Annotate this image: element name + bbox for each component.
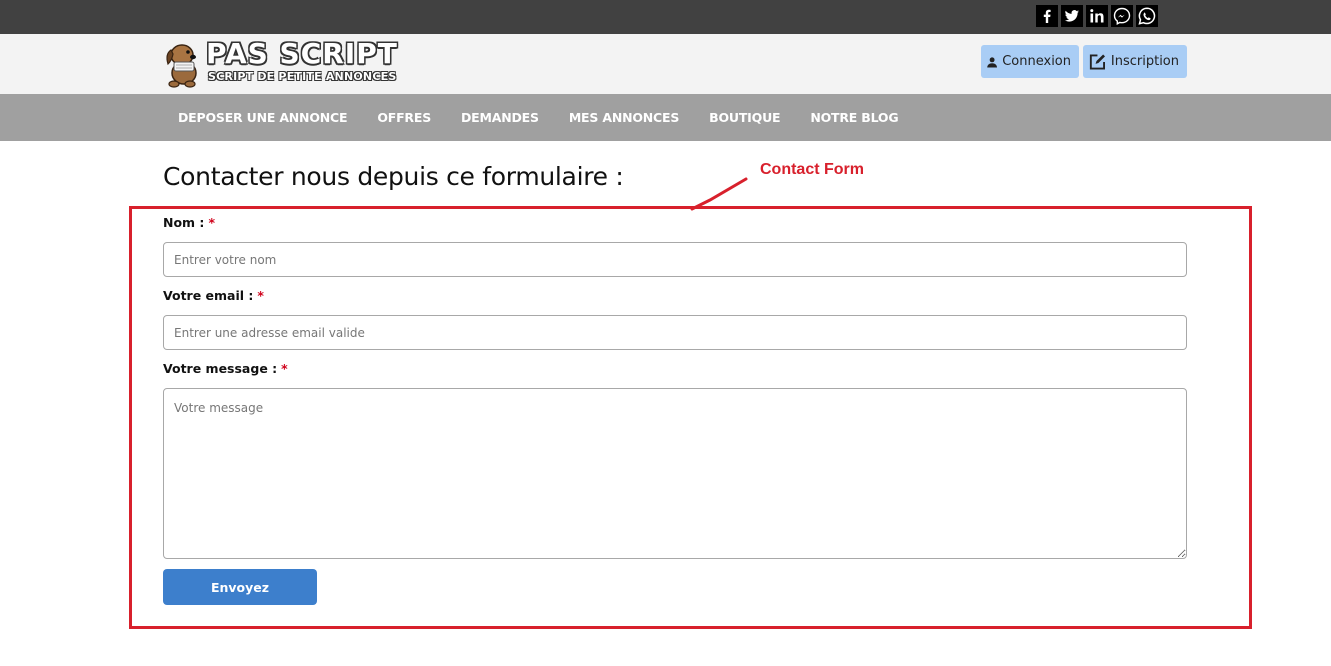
whatsapp-icon[interactable] — [1136, 5, 1158, 27]
required-mark: * — [208, 215, 215, 230]
messenger-icon[interactable] — [1111, 5, 1133, 27]
social-links — [1036, 5, 1158, 27]
top-bar — [0, 0, 1331, 34]
edit-icon — [1089, 53, 1106, 70]
facebook-icon[interactable] — [1036, 5, 1058, 27]
required-mark: * — [281, 361, 288, 376]
login-label: Connexion — [1002, 54, 1071, 69]
submit-button[interactable]: Envoyez — [163, 569, 317, 605]
message-label: Votre message : * — [163, 361, 288, 376]
message-textarea[interactable] — [163, 388, 1187, 559]
site-logo[interactable]: PAS SCRIPT SCRIPT DE PETITE ANNONCES — [162, 37, 397, 88]
email-input[interactable] — [163, 315, 1187, 350]
brand-title: PAS SCRIPT — [206, 37, 398, 70]
nav-item-deposer[interactable]: DEPOSER UNE ANNONCE — [163, 110, 362, 125]
user-icon — [987, 56, 997, 67]
page-title: Contacter nous depuis ce formulaire : — [163, 162, 624, 191]
brand-subtitle: SCRIPT DE PETITE ANNONCES — [208, 70, 397, 83]
twitter-icon[interactable] — [1061, 5, 1083, 27]
name-label: Nom : * — [163, 215, 215, 230]
message-label-text: Votre message : — [163, 361, 278, 376]
email-label-text: Votre email : — [163, 288, 254, 303]
nav-item-blog[interactable]: NOTRE BLOG — [795, 110, 913, 125]
name-label-text: Nom : — [163, 215, 205, 230]
signup-label: Inscription — [1110, 54, 1179, 69]
annotation-label: Contact Form — [760, 161, 864, 178]
required-mark: * — [257, 288, 264, 303]
dog-mascot-icon — [166, 44, 197, 88]
nav-item-boutique[interactable]: BOUTIQUE — [694, 110, 795, 125]
nav-item-mes-annonces[interactable]: MES ANNONCES — [554, 110, 694, 125]
signup-button[interactable]: Inscription — [1083, 45, 1187, 78]
nav-item-demandes[interactable]: DEMANDES — [446, 110, 554, 125]
main-nav: DEPOSER UNE ANNONCE OFFRES DEMANDES MES … — [0, 94, 1331, 141]
linkedin-icon[interactable] — [1086, 5, 1108, 27]
email-label: Votre email : * — [163, 288, 264, 303]
name-input[interactable] — [163, 242, 1187, 277]
login-button[interactable]: Connexion — [981, 45, 1079, 78]
nav-item-offres[interactable]: OFFRES — [362, 110, 446, 125]
